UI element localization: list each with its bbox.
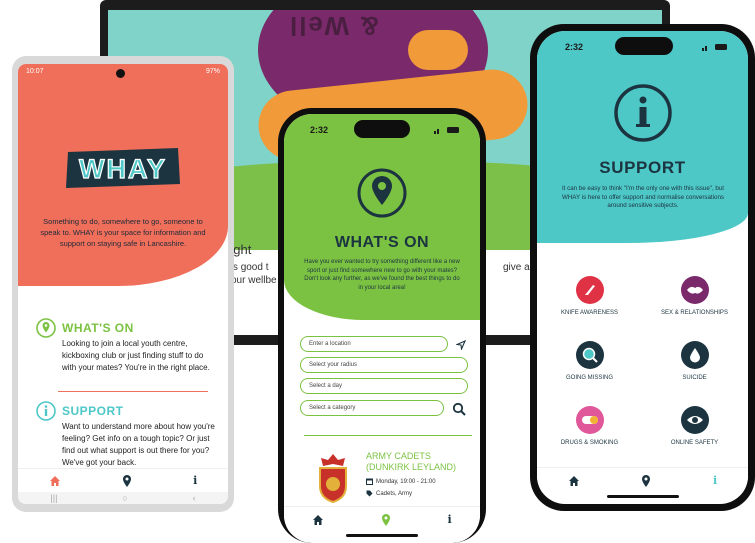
info-icon — [36, 401, 56, 421]
event-tags: Cadets, Army — [376, 490, 413, 497]
iphone-whats-on: 2:32 WHAT'S ON Have you ever wanted to t… — [278, 108, 486, 543]
location-icon[interactable] — [122, 474, 132, 487]
whats-on-section[interactable]: WHAT'S ON Looking to join a local youth … — [36, 318, 216, 374]
signal-battery-icon — [702, 44, 727, 51]
category-select[interactable]: Select a category — [300, 400, 444, 416]
support-section[interactable]: SUPPORT Want to understand more about ho… — [36, 401, 216, 469]
whats-on-screen: 2:32 WHAT'S ON Have you ever wanted to t… — [284, 114, 480, 543]
back-icon[interactable]: ‹ — [193, 493, 196, 503]
lips-icon — [680, 276, 709, 304]
home-icon[interactable] — [312, 514, 324, 526]
navigation-arrow-icon[interactable] — [456, 340, 466, 350]
knife-icon — [575, 276, 604, 304]
logo-text: WHAY — [79, 154, 167, 184]
radius-select[interactable]: Select your radius — [300, 357, 468, 373]
bottom-nav: i — [537, 467, 748, 493]
battery-level: 97% — [205, 68, 220, 75]
dynamic-island — [354, 120, 410, 138]
info-icon — [614, 84, 672, 142]
event-time: Monday, 19:00 - 21:00 — [376, 478, 436, 485]
army-cadets-badge — [319, 454, 347, 504]
location-icon[interactable] — [641, 474, 651, 487]
topic-label: DRUGS & SMOKING — [560, 440, 619, 446]
calendar-icon — [366, 478, 373, 485]
status-time: 2:32 — [310, 125, 329, 135]
topic-drugs-smoking[interactable]: DRUGS & SMOKING — [537, 406, 642, 446]
event-time-row: Monday, 19:00 - 21:00 — [366, 478, 436, 485]
topic-label: SUICIDE — [682, 375, 707, 381]
home-indicator — [607, 495, 679, 498]
tag-icon — [366, 490, 373, 497]
info-icon[interactable]: i — [447, 513, 451, 526]
home-system-icon[interactable]: ○ — [122, 493, 127, 503]
iphone-support: 2:32 SUPPORT It can be easy to think "I'… — [530, 24, 755, 511]
eye-icon — [680, 406, 709, 434]
bottom-nav: i — [284, 506, 480, 532]
magnifier-icon — [575, 341, 604, 369]
status-time: 2:32 — [565, 42, 584, 52]
pill-icon — [575, 406, 604, 434]
home-icon[interactable] — [49, 475, 61, 487]
banner-text: & Well — [288, 11, 379, 41]
section-title: SUPPORT — [62, 404, 124, 418]
front-camera — [116, 69, 125, 78]
location-icon — [36, 318, 56, 338]
android-phone: 10:07 97% WHAY Something to do, somewher… — [12, 56, 234, 512]
intro-text: It can be easy to think "I'm the only on… — [561, 185, 725, 209]
day-select[interactable]: Select a day — [300, 378, 468, 394]
drop-icon — [680, 341, 709, 369]
support-screen: 2:32 SUPPORT It can be easy to think "I'… — [537, 31, 748, 504]
topic-label: GOING MISSING — [565, 375, 613, 381]
location-icon[interactable] — [381, 513, 391, 526]
system-nav: ||| ○ ‹ — [18, 492, 228, 504]
location-icon — [357, 168, 407, 218]
page-title: WHAT'S ON — [334, 234, 430, 251]
topic-suicide[interactable]: SUICIDE — [642, 341, 747, 381]
topic-knife-awareness[interactable]: KNIFE AWARENESS — [537, 276, 642, 316]
info-icon[interactable]: i — [713, 474, 717, 487]
page-title: SUPPORT — [599, 158, 686, 177]
intro-text: Have you ever wanted to try something di… — [304, 259, 460, 291]
promo-stage: & Well ught it's good t your wellbe give… — [0, 0, 755, 543]
results-divider — [304, 435, 472, 436]
search-icon[interactable] — [452, 402, 466, 416]
topic-sex-relationships[interactable]: SEX & RELATIONSHIPS — [642, 276, 747, 316]
location-input[interactable]: Enter a location — [300, 336, 448, 352]
home-icon[interactable] — [568, 475, 580, 487]
section-title: WHAT'S ON — [62, 321, 134, 335]
topic-label: KNIFE AWARENESS — [561, 310, 618, 316]
topic-label: ONLINE SAFETY — [670, 440, 719, 446]
section-body: Want to understand more about how you're… — [62, 422, 215, 467]
dynamic-island — [615, 37, 673, 55]
intro-text: Something to do, somewhere to go, someon… — [40, 217, 206, 248]
topic-online-safety[interactable]: ONLINE SAFETY — [642, 406, 747, 446]
section-body: Looking to join a local youth centre, ki… — [62, 339, 210, 372]
signal-battery-icon — [434, 127, 459, 134]
topic-going-missing[interactable]: GOING MISSING — [537, 341, 642, 381]
event-title[interactable]: ARMY CADETS (DUNKIRK LEYLAND) — [366, 451, 476, 473]
android-screen: 10:07 97% WHAY Something to do, somewher… — [18, 64, 228, 504]
bottom-nav: i — [18, 468, 228, 492]
info-icon[interactable]: i — [193, 474, 197, 487]
section-divider — [58, 391, 208, 392]
home-indicator — [346, 534, 418, 537]
status-time: 10:07 — [26, 68, 44, 75]
topic-label: SEX & RELATIONSHIPS — [661, 310, 728, 316]
whay-logo: WHAY — [66, 148, 180, 188]
event-tags-row: Cadets, Army — [366, 490, 412, 497]
illustration-hand — [408, 30, 468, 70]
recent-apps-icon[interactable]: ||| — [50, 493, 57, 503]
